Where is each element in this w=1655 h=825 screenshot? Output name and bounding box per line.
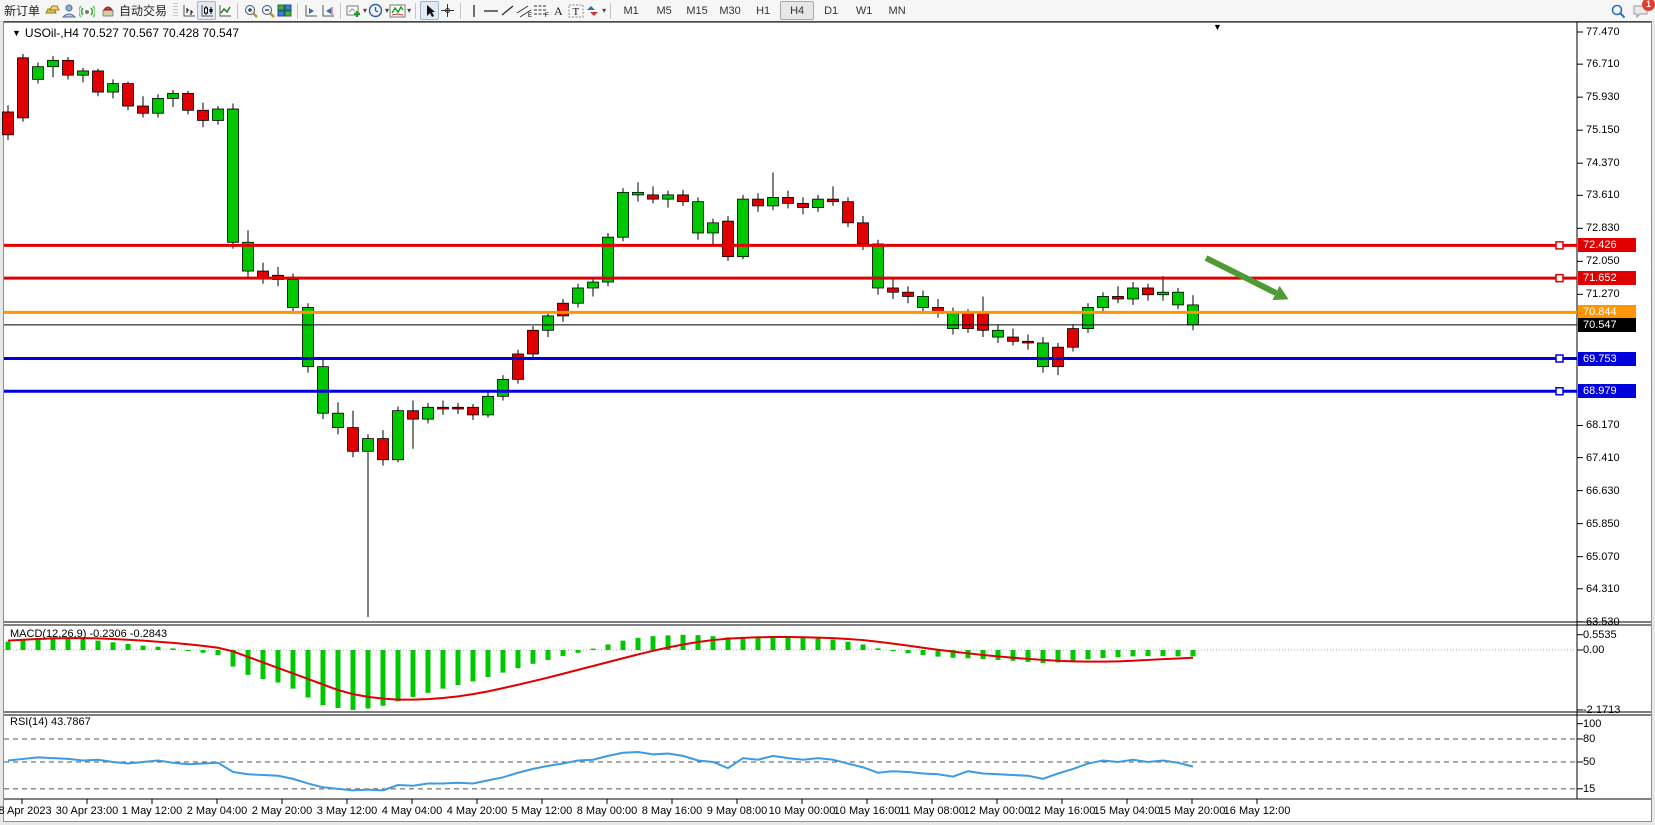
toolbar-separator xyxy=(460,3,461,19)
timeframe-button-H4[interactable]: H4 xyxy=(780,1,814,20)
timeframe-button-W1[interactable]: W1 xyxy=(848,2,880,19)
toolbar-separator xyxy=(610,3,611,19)
horizontal-line-icon[interactable] xyxy=(482,2,499,19)
indicators-dropdown-icon[interactable]: ▾ xyxy=(407,6,411,15)
svg-text:A: A xyxy=(554,4,563,17)
zoom-out-icon[interactable] xyxy=(259,2,276,19)
chart-shift-icon[interactable] xyxy=(319,2,336,19)
new-chart-icon[interactable] xyxy=(345,2,362,19)
indicators-icon[interactable] xyxy=(389,2,406,19)
timeframe-button-D1[interactable]: D1 xyxy=(815,2,847,19)
timeframe-button-M30[interactable]: M30 xyxy=(714,2,746,19)
terminal-icon[interactable] xyxy=(61,2,78,19)
toolbar-grip xyxy=(173,3,178,18)
period-clock-icon[interactable] xyxy=(367,2,384,19)
new-order-label: 新订单 xyxy=(4,2,40,19)
cursor-icon[interactable] xyxy=(420,1,439,20)
new-order-button[interactable]: 新订单 xyxy=(0,1,44,20)
chat-icon[interactable]: 1 xyxy=(1632,2,1649,19)
tile-windows-icon[interactable] xyxy=(276,2,293,19)
bar-chart-icon[interactable] xyxy=(180,2,197,19)
autotrade-icon xyxy=(99,2,116,19)
gold-icon[interactable] xyxy=(44,2,61,19)
timeframe-toolbar: M1M5M15M30H1H4D1W1MN xyxy=(615,1,913,20)
fibonacci-icon[interactable]: F xyxy=(533,2,550,19)
trendline-icon[interactable] xyxy=(499,2,516,19)
channel-icon[interactable]: E xyxy=(516,2,533,19)
crosshair-icon[interactable] xyxy=(439,2,456,19)
arrows-icon[interactable] xyxy=(584,2,601,19)
toolbar-separator xyxy=(297,3,298,19)
text-icon[interactable]: A xyxy=(550,2,567,19)
auto-trading-label: 自动交易 xyxy=(119,2,167,19)
auto-trading-button[interactable]: 自动交易 xyxy=(95,1,171,20)
zoom-in-icon[interactable] xyxy=(242,2,259,19)
arrows-dropdown-icon[interactable]: ▾ xyxy=(602,6,606,15)
svg-text:T: T xyxy=(572,6,579,18)
chart-window xyxy=(3,21,1652,822)
svg-text:F: F xyxy=(545,13,549,18)
vertical-line-icon[interactable] xyxy=(465,2,482,19)
search-icon[interactable] xyxy=(1609,2,1626,19)
main-toolbar: 新订单 自动交易 ▾ xyxy=(0,0,1655,22)
text-label-icon[interactable]: T xyxy=(567,2,584,19)
svg-text:E: E xyxy=(528,13,532,18)
timeframe-button-MN[interactable]: MN xyxy=(881,2,913,19)
line-chart-icon[interactable] xyxy=(216,2,233,19)
timeframe-button-M15[interactable]: M15 xyxy=(681,2,713,19)
toolbar-separator xyxy=(415,3,416,19)
notification-badge: 1 xyxy=(1642,0,1655,11)
timeframe-button-H1[interactable]: H1 xyxy=(747,2,779,19)
auto-scroll-icon[interactable] xyxy=(302,2,319,19)
toolbar-separator xyxy=(340,3,341,19)
candlestick-icon[interactable] xyxy=(197,1,216,20)
signal-icon[interactable] xyxy=(78,2,95,19)
timeframe-button-M1[interactable]: M1 xyxy=(615,2,647,19)
timeframe-button-M5[interactable]: M5 xyxy=(648,2,680,19)
toolbar-separator xyxy=(237,3,238,19)
